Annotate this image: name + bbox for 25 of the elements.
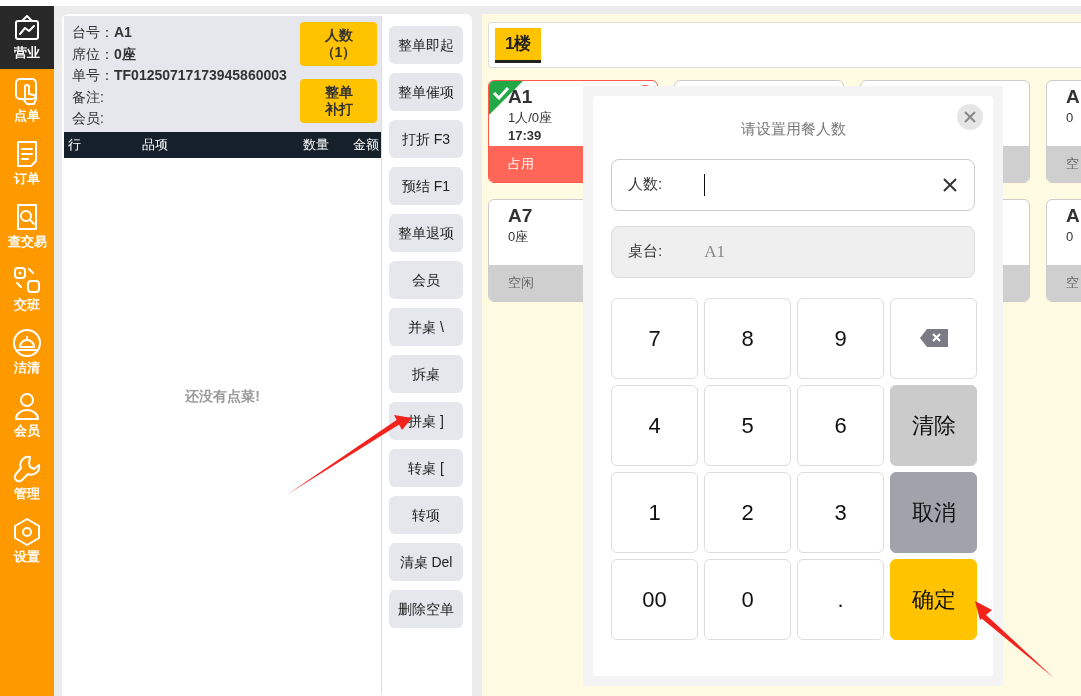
table-status: 占用: [508, 155, 534, 174]
table-name: A7: [508, 204, 534, 228]
table-name: A1: [508, 85, 534, 109]
field-value: A1: [704, 240, 725, 263]
seat-count: 1人/0座: [508, 109, 554, 127]
seat-count: 0: [1066, 109, 1075, 127]
table-status: 空: [1066, 155, 1079, 174]
empty-message: 还没有点菜!: [185, 386, 260, 406]
column-header: 金额: [352, 136, 379, 155]
table-status: 空闲: [508, 274, 534, 293]
info-line: 台号：A1: [72, 23, 132, 42]
info-line: 备注:: [72, 87, 104, 107]
seat-count: 0座: [508, 228, 530, 246]
dialog-title: 请设置用餐人数: [739, 119, 847, 139]
open-time: 17:39: [508, 127, 543, 145]
seat-count: 0: [1066, 228, 1075, 246]
info-line: 会员:: [72, 109, 104, 128]
column-header: 数量: [302, 136, 329, 155]
column-header: 品项: [141, 136, 169, 155]
table-name: A: [1066, 204, 1081, 228]
info-line: 席位：0座: [72, 44, 136, 64]
table-status: 空: [1066, 274, 1079, 293]
column-header: 行: [67, 136, 82, 155]
table-name: A: [1066, 85, 1081, 109]
info-line: 单号：TF01250717173945860003: [72, 66, 287, 85]
